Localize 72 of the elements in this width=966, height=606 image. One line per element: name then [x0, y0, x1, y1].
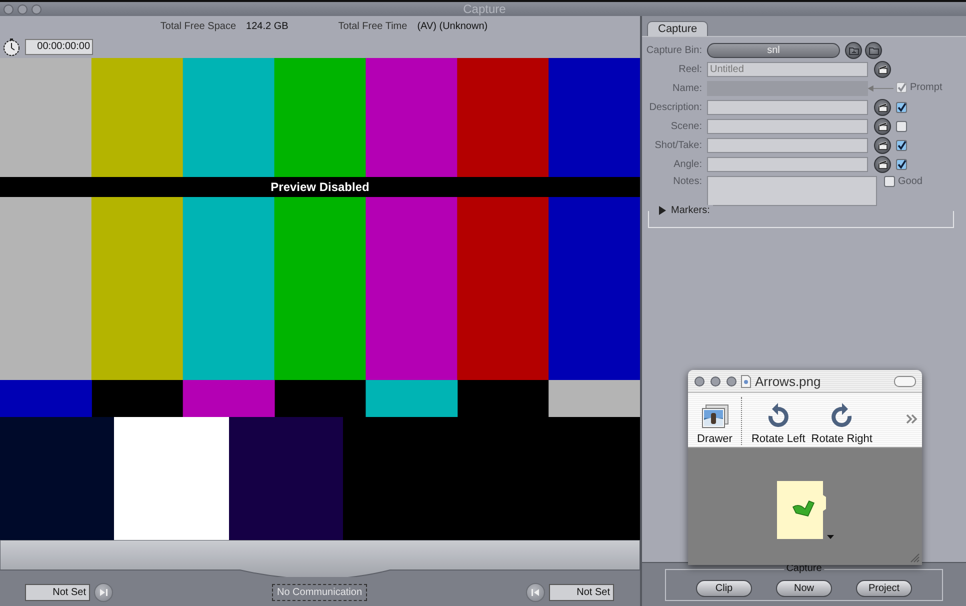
document-icon [741, 374, 751, 388]
clapper-button[interactable] [874, 118, 891, 135]
checkbox[interactable] [896, 82, 907, 93]
text-field[interactable] [707, 157, 868, 172]
window-control-icon [694, 376, 705, 386]
window-title: Arrows.png [755, 374, 822, 388]
checkbox-label: Prompt [910, 82, 942, 93]
field-label: Reel: [678, 64, 702, 75]
window-title: Capture [462, 2, 507, 16]
folder-icon [848, 46, 858, 55]
checkbox[interactable] [896, 102, 907, 113]
clapper-icon [878, 65, 888, 74]
clapper-icon [878, 141, 888, 150]
capture-button[interactable]: Clip [696, 580, 752, 596]
clapper-icon [878, 122, 888, 131]
text-field[interactable] [707, 100, 868, 115]
free-time-value: (AV) (Unknown) [417, 20, 488, 32]
device-status-label: No Communication [272, 584, 368, 601]
go-to-out-button[interactable] [526, 583, 545, 602]
toolbar-button[interactable]: Rotate Right [808, 403, 876, 445]
field-label: Notes: [672, 176, 702, 187]
timecode-field[interactable]: 00:00:00:00 [25, 39, 93, 55]
free-space-value: 124.2 GB [246, 20, 288, 32]
step-back-icon [530, 588, 540, 597]
go-to-in-button[interactable] [94, 583, 113, 602]
window-control-icon [710, 376, 721, 386]
clapper-icon [878, 103, 888, 112]
checkbox-label: Good [898, 176, 922, 187]
chevron-icon[interactable] [906, 414, 918, 424]
checkbox[interactable] [896, 140, 907, 151]
toolbar-button[interactable]: Rotate Left [748, 403, 808, 445]
free-time-label: Total Free Time [338, 20, 408, 32]
clapper-button[interactable] [874, 156, 891, 173]
step-forward-icon [99, 588, 108, 597]
checkbox[interactable] [896, 121, 907, 132]
field-label: Scene: [670, 121, 702, 132]
field-label: Shot/Take: [654, 140, 702, 151]
folder-button[interactable] [845, 42, 862, 59]
out-point-field[interactable]: Not Set [548, 584, 614, 601]
capture-button[interactable]: Now [776, 580, 832, 596]
text-field[interactable] [707, 119, 868, 134]
markers-label: Markers: [671, 205, 710, 216]
checkbox[interactable] [884, 176, 895, 187]
rotate-right-icon [830, 403, 853, 429]
stopwatch-icon [2, 38, 21, 56]
notes-field[interactable] [707, 176, 877, 206]
toolbar-toggle-button[interactable] [894, 376, 916, 386]
field-label: Description: [648, 102, 702, 113]
checkbox[interactable] [896, 159, 907, 170]
toolbar-button[interactable]: Drawer [694, 403, 736, 445]
file-icon [777, 479, 835, 541]
window-control-icon [726, 376, 737, 386]
folder-button[interactable] [865, 42, 882, 59]
text-field[interactable] [707, 138, 868, 153]
photo-icon [700, 403, 729, 429]
clapper-button[interactable] [874, 99, 891, 116]
resize-grip-icon[interactable] [910, 553, 920, 563]
preview-status-label: Preview Disabled [0, 177, 640, 197]
field-label: Name: [672, 83, 702, 94]
field-label: Capture Bin: [646, 45, 702, 56]
in-point-field[interactable]: Not Set [25, 584, 90, 601]
clapper-button[interactable] [874, 137, 891, 154]
rotate-left-icon [767, 403, 790, 429]
folder-icon [868, 46, 878, 55]
field-label: Angle: [672, 159, 702, 170]
arrow-icon [868, 85, 894, 92]
panel-tab[interactable]: Capture [647, 21, 708, 36]
disclosure-triangle[interactable] [658, 206, 666, 215]
capture-button[interactable]: Project [856, 580, 912, 596]
clapper-icon [878, 160, 888, 169]
free-space-label: Total Free Space [160, 20, 236, 32]
clapper-button[interactable] [874, 61, 891, 78]
